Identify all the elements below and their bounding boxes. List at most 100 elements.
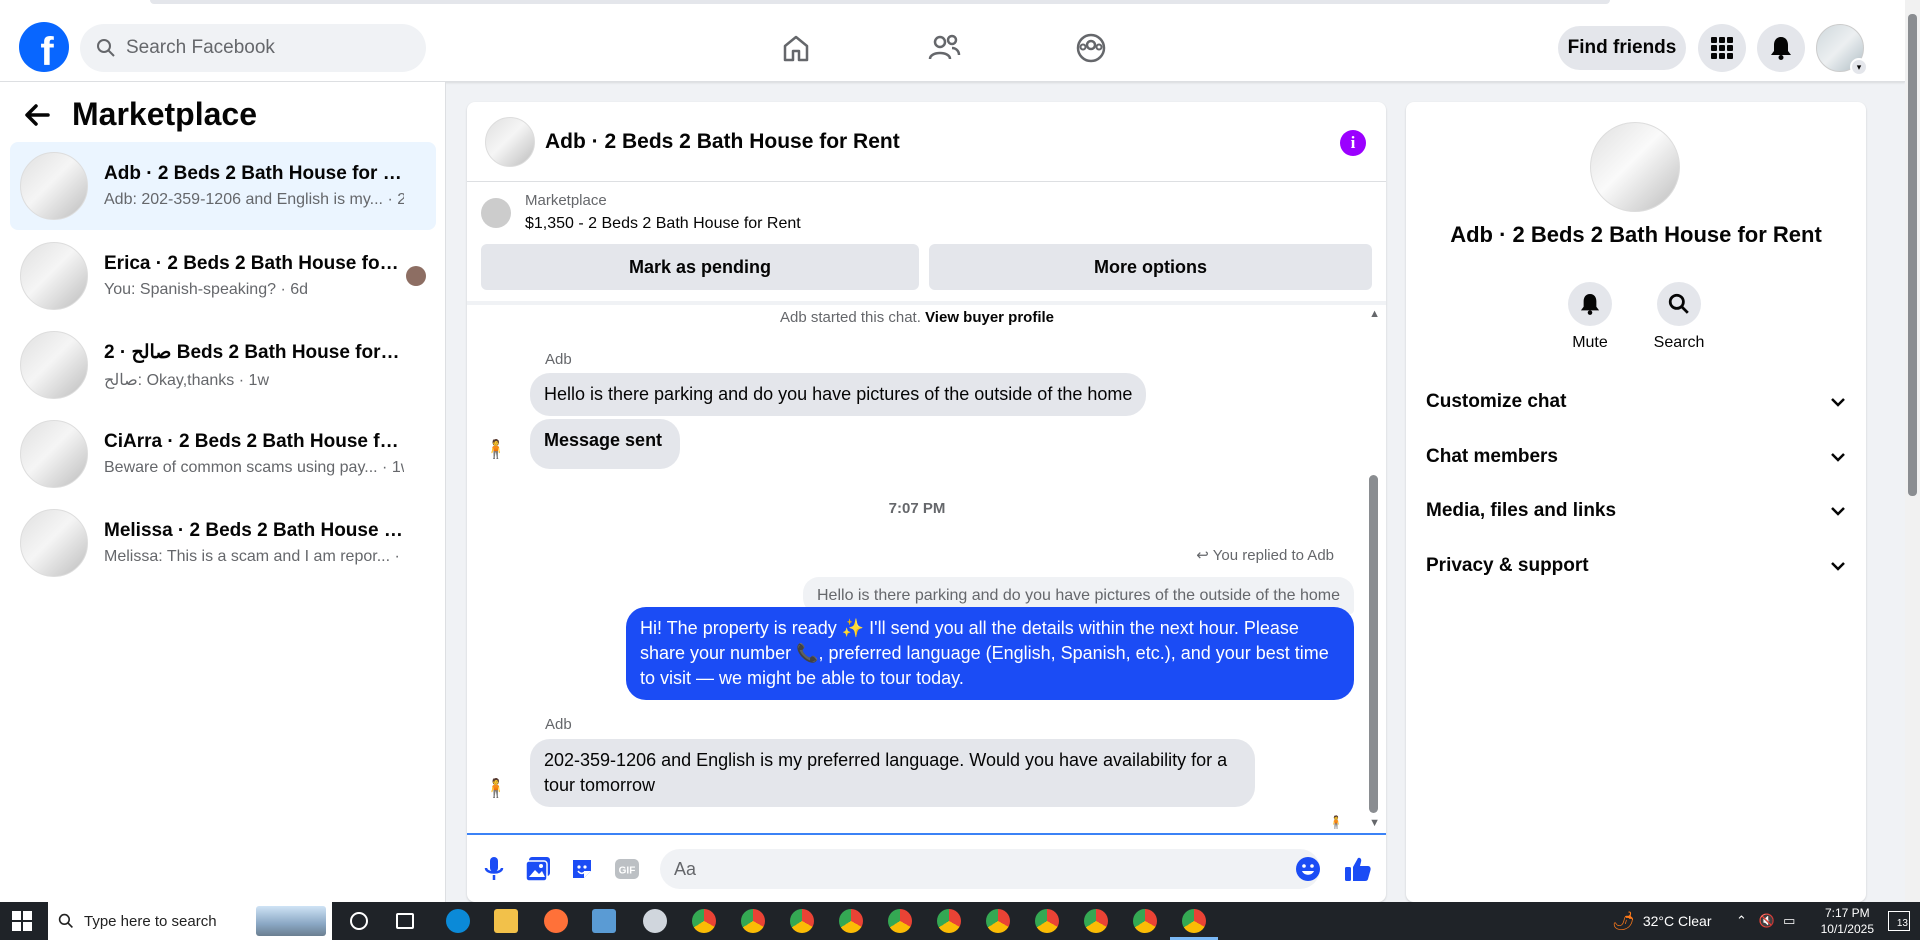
scroll-down-arrow-icon[interactable]: ▼ bbox=[1369, 817, 1380, 829]
conversation-item[interactable]: صالح · 2 Beds 2 Bath House for Rent صالح… bbox=[10, 321, 436, 409]
sticker-icon[interactable] bbox=[568, 855, 596, 883]
conversation-preview: Adb: 202-359-1206 and English is my... bbox=[104, 191, 383, 208]
page-scrollbar[interactable] bbox=[1905, 0, 1920, 902]
find-friends-button[interactable]: Find friends bbox=[1558, 26, 1686, 70]
conversation-time: · 1w bbox=[394, 548, 404, 565]
message-composer: GIF Aa bbox=[467, 833, 1386, 902]
chrome-profile-icon[interactable] bbox=[986, 909, 1010, 933]
chat-started-text: Adb started this chat. bbox=[779, 309, 921, 326]
message-input[interactable]: Aa bbox=[660, 849, 1320, 889]
media-files-links-label: Media, files and links bbox=[1426, 500, 1617, 521]
notifications-bell-icon[interactable] bbox=[1757, 24, 1805, 72]
microphone-icon[interactable] bbox=[480, 855, 508, 883]
home-icon[interactable] bbox=[776, 28, 816, 68]
message-thread: Adb started this chat. View buyer profil… bbox=[467, 305, 1386, 835]
marketplace-label: Marketplace bbox=[525, 192, 607, 209]
facebook-logo-icon[interactable]: f bbox=[19, 22, 69, 74]
notification-center-icon[interactable]: 13 bbox=[1888, 911, 1910, 931]
photo-icon[interactable] bbox=[524, 855, 552, 883]
conversation-preview: Beware of common scams using pay... bbox=[104, 459, 378, 476]
incoming-message[interactable]: Message sent bbox=[530, 419, 681, 469]
page-scrollbar-thumb[interactable] bbox=[1908, 14, 1917, 496]
outgoing-message[interactable]: Hi! The property is ready ✨ I'll send yo… bbox=[626, 607, 1354, 700]
mute-bell-icon bbox=[1568, 282, 1612, 326]
chrome-icon[interactable] bbox=[692, 909, 716, 933]
chat-scrollbar[interactable] bbox=[1369, 475, 1378, 813]
conversation-item[interactable]: Melissa · 2 Beds 2 Bath House for ... Me… bbox=[10, 499, 436, 587]
app-icon[interactable] bbox=[592, 909, 616, 933]
taskbar-clock[interactable]: 7:17 PM 10/1/2025 bbox=[1821, 905, 1874, 937]
listing-avatar[interactable] bbox=[1590, 122, 1680, 212]
info-icon[interactable]: i bbox=[1340, 130, 1366, 156]
tray-chevron-up-icon[interactable]: ⌃ bbox=[1736, 913, 1747, 929]
search-icon bbox=[58, 913, 73, 928]
replied-label: ↩ You replied to Adb bbox=[1196, 546, 1334, 564]
firefox-icon[interactable] bbox=[544, 909, 568, 933]
timestamp-separator: 7:07 PM bbox=[888, 500, 946, 517]
file-explorer-icon[interactable] bbox=[494, 909, 518, 933]
privacy-support-row[interactable]: Privacy & support bbox=[1426, 543, 1846, 589]
conversation-item[interactable]: CiArra · 2 Beds 2 Bath House for R... Be… bbox=[10, 410, 436, 498]
weather-widget[interactable]: 🌶 32°C Clear bbox=[1612, 902, 1712, 940]
privacy-support-label: Privacy & support bbox=[1426, 555, 1589, 576]
chat-members-row[interactable]: Chat members bbox=[1426, 434, 1846, 480]
listing-thumbnail bbox=[20, 331, 88, 399]
incoming-message[interactable]: Hello is there parking and do you have p… bbox=[530, 373, 1147, 416]
chrome-profile-icon[interactable] bbox=[790, 909, 814, 933]
cortana-icon[interactable] bbox=[350, 912, 368, 930]
incoming-message[interactable]: 202-359-1206 and English is my preferred… bbox=[530, 739, 1255, 807]
chevron-down-icon bbox=[1830, 500, 1846, 522]
chrome-profile-icon[interactable] bbox=[1133, 909, 1157, 933]
network-icon[interactable]: ▭ bbox=[1783, 913, 1795, 929]
chrome-profile-icon[interactable] bbox=[839, 909, 863, 933]
search-icon bbox=[1657, 282, 1701, 326]
conversation-time: · 2m bbox=[387, 191, 404, 208]
volume-muted-icon[interactable]: 🔇 bbox=[1759, 913, 1775, 929]
media-files-links-row[interactable]: Media, files and links bbox=[1426, 488, 1846, 534]
chrome-profile-icon[interactable] bbox=[888, 909, 912, 933]
mute-button[interactable]: Mute bbox=[1545, 282, 1635, 352]
message-input-placeholder: Aa bbox=[674, 858, 697, 879]
account-chevron-down-icon[interactable]: ▾ bbox=[1850, 58, 1868, 76]
chat-panel: Adb · 2 Beds 2 Bath House for Rent i Mar… bbox=[467, 102, 1386, 902]
read-receipt-avatar: 🧍 bbox=[1328, 815, 1344, 829]
mark-as-pending-button[interactable]: Mark as pending bbox=[481, 244, 919, 290]
chrome-profile-icon[interactable] bbox=[741, 909, 765, 933]
customize-chat-row[interactable]: Customize chat bbox=[1426, 379, 1846, 425]
scroll-up-arrow-icon[interactable]: ▲ bbox=[1369, 308, 1380, 320]
conversation-item[interactable]: Erica · 2 Beds 2 Bath House for ... You:… bbox=[10, 232, 436, 320]
chat-title[interactable]: Adb · 2 Beds 2 Bath House for Rent bbox=[545, 130, 900, 154]
chrome-profile-icon[interactable] bbox=[1182, 909, 1206, 933]
search-chat-button[interactable]: Search bbox=[1634, 282, 1724, 352]
menu-grid-icon[interactable] bbox=[1698, 24, 1746, 72]
weather-icon: 🌶 bbox=[1612, 910, 1635, 931]
conversation-preview: You: Spanish-speaking? bbox=[104, 281, 276, 298]
friends-icon[interactable] bbox=[924, 28, 964, 68]
conversation-name: CiArra · 2 Beds 2 Bath House for R... bbox=[104, 431, 404, 452]
chrome-profile-icon[interactable] bbox=[1084, 909, 1108, 933]
view-buyer-profile-link[interactable]: View buyer profile bbox=[925, 309, 1054, 326]
windows-start-icon[interactable] bbox=[12, 911, 32, 931]
chat-header: Adb · 2 Beds 2 Bath House for Rent i bbox=[467, 102, 1386, 182]
conversation-item[interactable]: Adb · 2 Beds 2 Bath House for Rent Adb: … bbox=[10, 142, 436, 230]
chrome-profile-icon[interactable] bbox=[1035, 909, 1059, 933]
emoji-icon[interactable] bbox=[1294, 855, 1322, 883]
search-input[interactable]: Search Facebook bbox=[80, 24, 426, 72]
edge-icon[interactable] bbox=[446, 909, 470, 933]
chat-listing-avatar[interactable] bbox=[485, 116, 535, 167]
taskbar-search-placeholder: Type here to search bbox=[84, 912, 217, 930]
task-view-icon[interactable] bbox=[396, 913, 414, 929]
conversation-name: Melissa · 2 Beds 2 Bath House for ... bbox=[104, 520, 404, 541]
system-tray[interactable]: ⌃ 🔇 ▭ bbox=[1736, 902, 1795, 940]
more-options-button[interactable]: More options bbox=[929, 244, 1372, 290]
gif-icon[interactable]: GIF bbox=[613, 855, 641, 883]
back-arrow-icon[interactable] bbox=[24, 103, 50, 127]
thumbs-up-icon[interactable] bbox=[1344, 855, 1372, 883]
conversation-time: · 1w bbox=[382, 459, 404, 476]
listing-summary[interactable]: Marketplace $1,350 - 2 Beds 2 Bath House… bbox=[481, 192, 801, 233]
paint-icon[interactable] bbox=[643, 909, 667, 933]
groups-icon[interactable] bbox=[1071, 28, 1111, 68]
chrome-profile-icon[interactable] bbox=[937, 909, 961, 933]
clock-time: 7:17 PM bbox=[1824, 906, 1870, 920]
taskbar-search-input[interactable]: Type here to search bbox=[48, 902, 332, 940]
